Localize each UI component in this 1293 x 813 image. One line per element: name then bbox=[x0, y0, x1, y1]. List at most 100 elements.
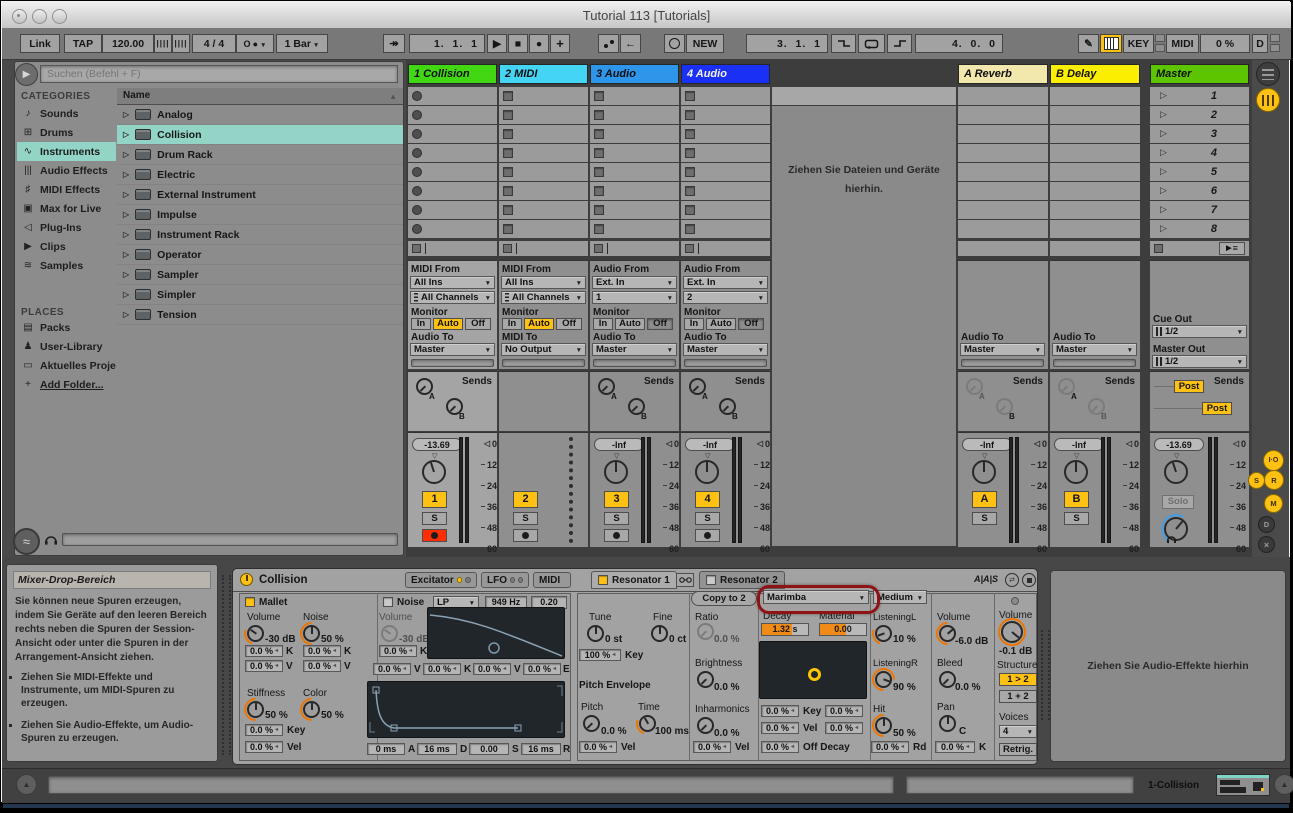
stop-button[interactable]: ■ bbox=[508, 34, 528, 53]
midi-map-button[interactable]: MIDI bbox=[1166, 34, 1199, 53]
monitor-auto-button[interactable]: Auto bbox=[706, 318, 736, 330]
empty-slot[interactable] bbox=[1050, 87, 1140, 105]
list-item[interactable]: ▷Impulse bbox=[117, 205, 403, 225]
clip-slot[interactable] bbox=[590, 163, 679, 181]
scene[interactable]: ▷5 bbox=[1150, 163, 1249, 181]
clip-slot[interactable] bbox=[681, 163, 770, 181]
clip-stop-icon[interactable] bbox=[685, 224, 695, 234]
mallet-noise-vel-field[interactable]: 0.0 % bbox=[303, 660, 341, 672]
save-preset-button[interactable] bbox=[1022, 573, 1036, 587]
volume-value[interactable]: -Inf bbox=[594, 438, 644, 451]
track-delay-strip[interactable] bbox=[684, 359, 767, 367]
sidebar-category[interactable]: ∿Instruments bbox=[17, 142, 116, 161]
volume-knob[interactable] bbox=[422, 460, 446, 484]
noise-mod-field-e[interactable]: 0.0 % bbox=[523, 663, 561, 675]
resonator-type-chooser[interactable]: Marimba bbox=[763, 590, 869, 604]
clip-stop-icon[interactable] bbox=[412, 91, 422, 101]
clip-slot[interactable] bbox=[499, 182, 588, 200]
empty-slot[interactable] bbox=[1050, 125, 1140, 143]
track-header[interactable]: B Delay bbox=[1050, 64, 1140, 84]
list-item[interactable]: ▷Electric bbox=[117, 165, 403, 185]
clip-slot[interactable] bbox=[408, 182, 497, 200]
sidebar-category[interactable]: ♪Sounds bbox=[17, 104, 116, 123]
return-activator[interactable]: A bbox=[972, 491, 997, 508]
clip-slot[interactable] bbox=[590, 87, 679, 105]
cpu-load-display[interactable]: 0 % bbox=[1200, 34, 1250, 53]
sidebar-category[interactable]: ▣Max for Live bbox=[17, 199, 116, 218]
search-input[interactable] bbox=[40, 65, 398, 83]
loop-start-display[interactable]: 3. 1. 1 bbox=[746, 34, 828, 53]
sidebar-category[interactable]: ◁Plug-Ins bbox=[17, 218, 116, 237]
show-info-toggle[interactable]: ▲ bbox=[16, 774, 37, 795]
empty-slot[interactable] bbox=[958, 201, 1048, 219]
resonator1-toggle[interactable] bbox=[598, 575, 608, 585]
sidebar-category[interactable]: ♯MIDI Effects bbox=[17, 180, 116, 199]
clip-stop-icon[interactable] bbox=[503, 224, 513, 234]
clip-slot[interactable] bbox=[408, 220, 497, 238]
solo-cue-button[interactable]: Solo bbox=[1162, 495, 1194, 509]
clip-slot[interactable] bbox=[499, 125, 588, 143]
volume-value[interactable]: -Inf bbox=[962, 438, 1012, 451]
listening-r-knob[interactable] bbox=[875, 671, 892, 688]
pan-marker-icon[interactable]: ▽ bbox=[1074, 452, 1079, 460]
monitor-off-button[interactable]: Off bbox=[465, 318, 491, 330]
device-power-toggle[interactable] bbox=[240, 573, 253, 586]
scene[interactable]: ▷3 bbox=[1150, 125, 1249, 143]
output-chooser[interactable]: Master bbox=[1052, 343, 1137, 356]
sidebar-category[interactable]: ▶Clips bbox=[17, 237, 116, 256]
clip-stop-icon[interactable] bbox=[685, 205, 695, 215]
decay-material-xy-pad[interactable] bbox=[759, 641, 867, 699]
draw-mode-button[interactable]: ✎ bbox=[1078, 34, 1099, 53]
monitor-in-button[interactable]: In bbox=[593, 318, 613, 330]
noise-toggle[interactable] bbox=[383, 597, 393, 607]
device-titlebar[interactable]: Collision Excitator LFO MIDI Resonator 1… bbox=[233, 569, 1037, 592]
clip-stop-icon[interactable] bbox=[412, 129, 422, 139]
clip-slot[interactable] bbox=[681, 106, 770, 124]
list-item[interactable]: ▷Collision bbox=[117, 125, 403, 145]
clip-stop-icon[interactable] bbox=[503, 110, 513, 120]
sidebar-category[interactable]: ≋Samples bbox=[17, 256, 116, 275]
track-header[interactable]: 4 Audio bbox=[681, 64, 770, 84]
volume-value[interactable]: -13.69 bbox=[412, 438, 462, 451]
empty-slot[interactable] bbox=[1050, 182, 1140, 200]
input-type-chooser[interactable]: Ext. In bbox=[592, 276, 677, 289]
empty-slot[interactable] bbox=[958, 106, 1048, 124]
solo-button[interactable]: S bbox=[604, 512, 629, 525]
output-chooser[interactable]: Master bbox=[592, 343, 677, 356]
output-chooser[interactable]: Master bbox=[683, 343, 768, 356]
list-item[interactable]: ▷Simpler bbox=[117, 285, 403, 305]
scene-play-icon[interactable]: ▷ bbox=[1160, 185, 1167, 196]
empty-slot[interactable] bbox=[1050, 106, 1140, 124]
empty-slot[interactable] bbox=[1050, 144, 1140, 162]
copy-to-2-button[interactable]: Copy to 2 bbox=[691, 591, 757, 606]
panel-resize-handle[interactable] bbox=[222, 575, 231, 755]
sidebar-place[interactable]: ♟User-Library bbox=[17, 337, 116, 356]
clip-stop-icon[interactable] bbox=[594, 224, 604, 234]
inharmonics-knob[interactable] bbox=[697, 717, 714, 734]
clip-stop-icon[interactable] bbox=[412, 224, 422, 234]
monitor-off-button[interactable]: Off bbox=[556, 318, 582, 330]
stop-clips-cell[interactable] bbox=[590, 241, 679, 256]
clip-slot[interactable] bbox=[681, 182, 770, 200]
clip-slot[interactable] bbox=[408, 125, 497, 143]
quality-chooser[interactable]: Medium bbox=[873, 590, 927, 604]
tap-tempo-button[interactable]: TAP bbox=[64, 34, 102, 53]
stiffness-knob[interactable] bbox=[247, 701, 264, 718]
clip-stop-icon[interactable] bbox=[412, 148, 422, 158]
computer-midi-keyboard-button[interactable] bbox=[1100, 34, 1122, 53]
sidebar-category[interactable]: ⊞Drums bbox=[17, 123, 116, 142]
mallet-key-field[interactable]: 0.0 % bbox=[245, 724, 283, 736]
clip-slot[interactable] bbox=[681, 144, 770, 162]
volume-value[interactable]: -Inf bbox=[1054, 438, 1104, 451]
material-slider[interactable]: 0.00 bbox=[819, 623, 867, 636]
clip-stop-icon[interactable] bbox=[503, 148, 513, 158]
session-view-toggle[interactable] bbox=[1256, 88, 1280, 112]
input-type-chooser[interactable]: Ext. In bbox=[683, 276, 768, 289]
clip-slot[interactable] bbox=[681, 87, 770, 105]
track-delay-strip[interactable] bbox=[593, 359, 676, 367]
monitor-off-button[interactable]: Off bbox=[647, 318, 673, 330]
input-type-chooser[interactable]: All Ins bbox=[410, 276, 495, 289]
list-item[interactable]: ▷Tension bbox=[117, 305, 403, 325]
track-delay-strip[interactable] bbox=[411, 359, 494, 367]
send-b-post-button[interactable]: Post bbox=[1202, 402, 1232, 415]
